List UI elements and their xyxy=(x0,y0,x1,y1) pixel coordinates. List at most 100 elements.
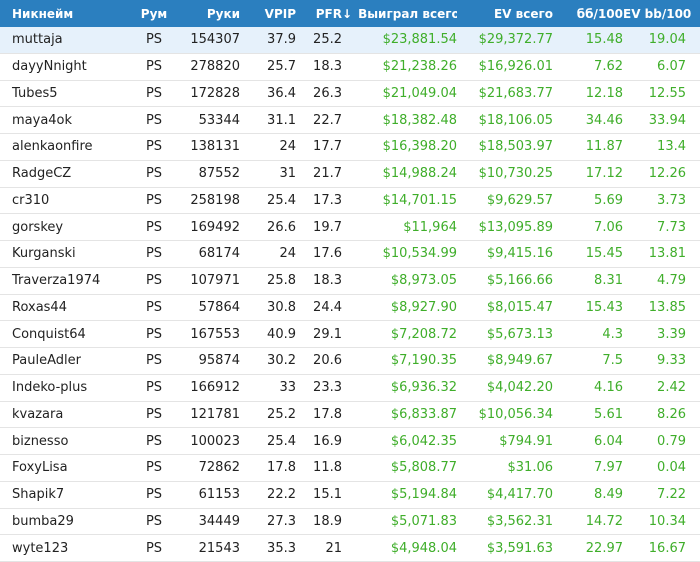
table-row[interactable]: maya4ok PS 53344 31.1 22.7 $18,382.48 $18,106.… xyxy=(0,107,700,134)
hands-cell: 53344 xyxy=(198,112,240,128)
pfr-cell: 17.6 xyxy=(313,246,342,262)
ev-total-cell: $5,673.13 xyxy=(486,326,553,342)
col-vpip-header[interactable]: VPIP xyxy=(240,7,296,21)
table-row[interactable]: Roxas44 PS 57864 30.8 24.4 $8,927.90 $8,015.47… xyxy=(0,295,700,322)
bb100-cell: 4.16 xyxy=(594,380,623,396)
col-ev-total-header[interactable]: EV всего xyxy=(457,7,553,21)
table-row[interactable]: kvazara PS 121781 25.2 17.8 $6,833.87 $10,056.… xyxy=(0,402,700,429)
ev-bb100-cell: 10.34 xyxy=(648,513,686,529)
ev-bb100-cell: 7.22 xyxy=(657,487,686,503)
won-total-cell: $14,988.24 xyxy=(382,166,457,182)
table-row[interactable]: dayyNnight PS 278820 25.7 18.3 $21,238.26 $16,… xyxy=(0,54,700,81)
table-row[interactable]: alenkaonfire PS 138131 24 17.7 $16,398.20 $18,… xyxy=(0,134,700,161)
vpip-cell: 22.2 xyxy=(267,487,296,503)
player-name-cell: Traverza1974 xyxy=(12,273,101,289)
col-ev-bb100-header[interactable]: EV bb/100 xyxy=(623,7,696,21)
ev-bb100-cell: 4.79 xyxy=(657,273,686,289)
table-row[interactable]: Shapik7 PS 61153 22.2 15.1 $5,194.84 $4,417.70… xyxy=(0,482,700,509)
ev-bb100-cell: 12.55 xyxy=(648,85,686,101)
table-row[interactable]: Conquist64 PS 167553 40.9 29.1 $7,208.72 $5,67… xyxy=(0,321,700,348)
bb100-cell: 12.18 xyxy=(585,85,623,101)
vpip-cell: 30.2 xyxy=(267,353,296,369)
ev-bb100-cell: 33.94 xyxy=(648,112,686,128)
player-name-cell: maya4ok xyxy=(12,112,73,128)
pfr-cell: 18.3 xyxy=(313,59,342,75)
pfr-cell: 26.3 xyxy=(313,85,342,101)
table-row[interactable]: Indeko-plus PS 166912 33 23.3 $6,936.32 $4,042… xyxy=(0,375,700,402)
col-room-header[interactable]: Рум xyxy=(130,7,178,21)
hands-cell: 107971 xyxy=(190,273,240,289)
table-row[interactable]: biznesso PS 100023 25.4 16.9 $6,042.35 $794.91… xyxy=(0,428,700,455)
pfr-cell: 11.8 xyxy=(313,460,342,476)
hands-cell: 21543 xyxy=(198,540,240,556)
won-total-cell: $16,398.20 xyxy=(382,139,457,155)
vpip-cell: 40.9 xyxy=(267,326,296,342)
ev-total-cell: $18,503.97 xyxy=(478,139,553,155)
won-total-cell: $21,238.26 xyxy=(382,59,457,75)
vpip-cell: 35.3 xyxy=(267,540,296,556)
pfr-cell: 18.3 xyxy=(313,273,342,289)
sort-desc-icon: ↓ xyxy=(342,6,353,21)
vpip-cell: 24 xyxy=(279,139,296,155)
player-name-cell: Conquist64 xyxy=(12,326,86,342)
bb100-cell: 5.61 xyxy=(594,406,623,422)
room-cell: PS xyxy=(145,32,163,48)
vpip-cell: 24 xyxy=(279,246,296,262)
player-name-cell: Tubes5 xyxy=(12,85,58,101)
room-cell: PS xyxy=(145,246,163,262)
col-won-total-header[interactable]: ↓ Выиграл всего xyxy=(342,7,457,21)
player-name-cell: biznesso xyxy=(12,433,69,449)
col-won-total-label: Выиграл всего xyxy=(358,6,457,21)
col-nickname-header[interactable]: Никнейм xyxy=(0,7,130,21)
bb100-cell: 8.49 xyxy=(594,487,623,503)
ev-bb100-cell: 13.85 xyxy=(648,299,686,315)
bb100-cell: 15.43 xyxy=(585,299,623,315)
vpip-cell: 31 xyxy=(279,166,296,182)
pfr-cell: 19.7 xyxy=(313,219,342,235)
ev-total-cell: $5,166.66 xyxy=(486,273,553,289)
player-name-cell: PauleAdler xyxy=(12,353,81,369)
vpip-cell: 25.8 xyxy=(267,273,296,289)
table-row[interactable]: Kurganski PS 68174 24 17.6 $10,534.99 $9,415.1… xyxy=(0,241,700,268)
table-row[interactable]: FoxyLisa PS 72862 17.8 11.8 $5,808.77 $31.06 7.… xyxy=(0,455,700,482)
vpip-cell: 37.9 xyxy=(267,32,296,48)
ev-bb100-cell: 3.73 xyxy=(657,192,686,208)
vpip-cell: 17.8 xyxy=(267,460,296,476)
player-name-cell: Shapik7 xyxy=(12,487,65,503)
table-row[interactable]: PauleAdler PS 95874 30.2 20.6 $7,190.35 $8,949… xyxy=(0,348,700,375)
table-row[interactable]: wyte123 PS 21543 35.3 21 $4,948.04 $3,591.63 22… xyxy=(0,535,700,562)
hands-cell: 258198 xyxy=(190,192,240,208)
ev-bb100-cell: 0.04 xyxy=(657,460,686,476)
table-row[interactable]: cr310 PS 258198 25.4 17.3 $14,701.15 $9,629.57… xyxy=(0,188,700,215)
pfr-cell: 18.9 xyxy=(313,513,342,529)
won-total-cell: $7,190.35 xyxy=(390,353,457,369)
ev-total-cell: $4,417.70 xyxy=(486,487,553,503)
player-name-cell: dayyNnight xyxy=(12,59,87,75)
table-row[interactable]: Tubes5 PS 172828 36.4 26.3 $21,049.04 $21,683.… xyxy=(0,81,700,108)
bb100-cell: 11.87 xyxy=(585,139,623,155)
table-row[interactable]: Traverza1974 PS 107971 25.8 18.3 $8,973.05 $5,… xyxy=(0,268,700,295)
ev-bb100-cell: 13.81 xyxy=(648,246,686,262)
table-row[interactable]: RadgeCZ PS 87552 31 21.7 $14,988.24 $10,730.25… xyxy=(0,161,700,188)
bb100-cell: 7.62 xyxy=(594,59,623,75)
bb100-cell: 15.48 xyxy=(585,32,623,48)
col-hands-header[interactable]: Руки xyxy=(178,7,240,21)
vpip-cell: 25.4 xyxy=(267,433,296,449)
col-bb100-header[interactable]: бб/100 xyxy=(553,7,623,21)
player-name-cell: FoxyLisa xyxy=(12,460,68,476)
vpip-cell: 36.4 xyxy=(267,85,296,101)
pfr-cell: 15.1 xyxy=(313,487,342,503)
room-cell: PS xyxy=(145,59,163,75)
won-total-cell: $18,382.48 xyxy=(382,112,457,128)
table-row[interactable]: gorskey PS 169492 26.6 19.7 $11,964 $13,095.89… xyxy=(0,214,700,241)
vpip-cell: 25.4 xyxy=(267,192,296,208)
table-row[interactable]: muttaja PS 154307 37.9 25.2 $23,881.54 $29,372… xyxy=(0,27,700,54)
room-cell: PS xyxy=(145,192,163,208)
table-row[interactable]: bumba29 PS 34449 27.3 18.9 $5,071.83 $3,562.31… xyxy=(0,509,700,536)
won-total-cell: $11,964 xyxy=(403,219,457,235)
room-cell: PS xyxy=(145,219,163,235)
col-pfr-header[interactable]: PFR xyxy=(296,7,342,21)
room-cell: PS xyxy=(145,166,163,182)
hands-cell: 121781 xyxy=(190,406,240,422)
ev-total-cell: $16,926.01 xyxy=(478,59,553,75)
